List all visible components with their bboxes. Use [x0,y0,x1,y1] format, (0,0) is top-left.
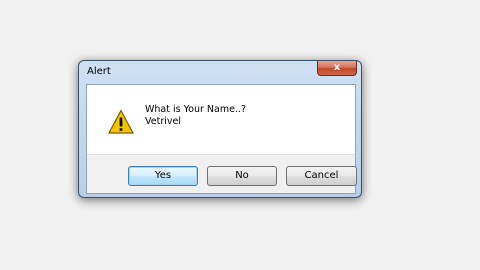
yes-button[interactable]: Yes [128,166,198,186]
cancel-button[interactable]: Cancel [286,166,357,186]
alert-dialog: Alert x What is Your Name..? Vetrivel Ye… [78,60,362,198]
dialog-title: Alert [87,66,111,77]
title-bar[interactable]: Alert x [79,61,361,83]
dialog-body: What is Your Name..? Vetrivel Yes No Can… [86,84,357,194]
warning-icon [108,109,134,134]
no-button[interactable]: No [207,166,277,186]
message-value: Vetrivel [145,116,181,127]
message-text: What is Your Name..? Vetrivel [145,104,246,128]
button-bar: Yes No Cancel [87,154,357,193]
message-prompt: What is Your Name..? [145,104,246,115]
close-button[interactable]: x [317,61,357,76]
close-icon: x [333,62,341,73]
